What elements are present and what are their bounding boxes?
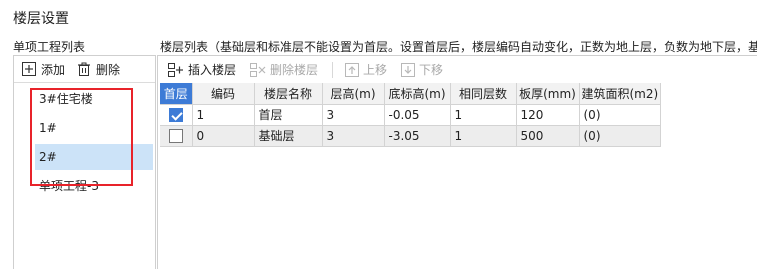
move-up-button[interactable]: 上移 — [345, 61, 387, 78]
column-header-bottom-elevation[interactable]: 底标高(m) — [384, 83, 451, 105]
same-floor-count-cell[interactable]: 1 — [450, 125, 517, 147]
move-down-label: 下移 — [419, 63, 444, 77]
move-up-label: 上移 — [363, 63, 388, 77]
project-list-panel: 添加 删除 3#住宅楼 1# 2# 单项工程-3 — [13, 55, 156, 269]
bottom-elevation-cell[interactable]: -3.05 — [384, 125, 451, 147]
delete-project-label: 删除 — [96, 62, 121, 77]
building-area-cell[interactable]: (0) — [579, 104, 662, 126]
floor-list-toolbar: 插入楼层 删除楼层 上移 下移 — [158, 56, 757, 83]
dialog-title: 楼层设置 — [13, 11, 69, 27]
table-row[interactable]: 1 首层 3 -0.05 1 120 (0) — [160, 104, 662, 126]
toolbar-divider — [332, 61, 334, 78]
column-header-floor-height[interactable]: 层高(m) — [322, 83, 385, 105]
floor-name-cell[interactable]: 基础层 — [254, 125, 323, 147]
project-list-toolbar: 添加 删除 — [14, 56, 155, 83]
delete-floor-icon — [250, 62, 266, 77]
add-icon — [22, 62, 36, 76]
table-row[interactable]: 0 基础层 3 -3.05 1 500 (0) — [160, 125, 662, 147]
first-floor-checkbox[interactable] — [168, 107, 183, 122]
table-header-row: 首层 编码 楼层名称 层高(m) 底标高(m) 相同层数 板厚(mm) 建筑面积… — [160, 83, 662, 105]
floor-height-cell[interactable]: 3 — [322, 125, 385, 147]
delete-project-button[interactable]: 删除 — [77, 61, 120, 78]
floor-table: 首层 编码 楼层名称 层高(m) 底标高(m) 相同层数 板厚(mm) 建筑面积… — [160, 83, 662, 147]
first-floor-checkbox[interactable] — [168, 128, 183, 143]
floor-list-panel: 插入楼层 删除楼层 上移 下移 首层 编码 楼层名称 层高(m) 底标高(m) … — [157, 55, 757, 269]
floor-settings-dialog: 楼层设置 单项工程列表 添加 删除 3#住宅楼 1# 2# 单项工程-3 楼层列… — [0, 0, 757, 269]
same-floor-count-cell[interactable]: 1 — [450, 104, 517, 126]
floor-height-cell[interactable]: 3 — [322, 104, 385, 126]
slab-thickness-cell[interactable]: 500 — [516, 125, 580, 147]
delete-floor-label: 删除楼层 — [270, 63, 319, 77]
code-cell[interactable]: 0 — [192, 125, 255, 147]
floor-name-cell[interactable]: 首层 — [254, 104, 323, 126]
annotation-highlight-box — [30, 88, 133, 186]
column-header-code[interactable]: 编码 — [192, 83, 255, 105]
column-header-slab-thickness[interactable]: 板厚(mm) — [516, 83, 580, 105]
delete-floor-button[interactable]: 删除楼层 — [250, 61, 318, 78]
column-header-same-floor-count[interactable]: 相同层数 — [450, 83, 517, 105]
column-header-building-area[interactable]: 建筑面积(m2) — [579, 83, 662, 105]
building-area-cell[interactable]: (0) — [579, 125, 662, 147]
project-list-label: 单项工程列表 — [13, 40, 86, 54]
trash-icon — [78, 62, 91, 76]
slab-thickness-cell[interactable]: 120 — [516, 104, 580, 126]
add-project-label: 添加 — [41, 62, 66, 77]
insert-floor-label: 插入楼层 — [188, 63, 237, 77]
first-floor-cell[interactable] — [160, 125, 193, 147]
insert-floor-button[interactable]: 插入楼层 — [168, 61, 236, 78]
add-project-button[interactable]: 添加 — [22, 61, 65, 78]
arrow-down-icon — [401, 62, 416, 77]
column-header-floor-name[interactable]: 楼层名称 — [254, 83, 323, 105]
code-cell[interactable]: 1 — [192, 104, 255, 126]
move-down-button[interactable]: 下移 — [401, 61, 443, 78]
floor-list-label: 楼层列表（基础层和标准层不能设置为首层。设置首层后，楼层编码自动变化，正数为地上… — [160, 40, 757, 54]
insert-floor-icon — [168, 62, 183, 77]
column-header-first-floor[interactable]: 首层 — [160, 83, 193, 105]
first-floor-cell[interactable] — [160, 104, 193, 126]
arrow-up-icon — [345, 62, 360, 77]
bottom-elevation-cell[interactable]: -0.05 — [384, 104, 451, 126]
